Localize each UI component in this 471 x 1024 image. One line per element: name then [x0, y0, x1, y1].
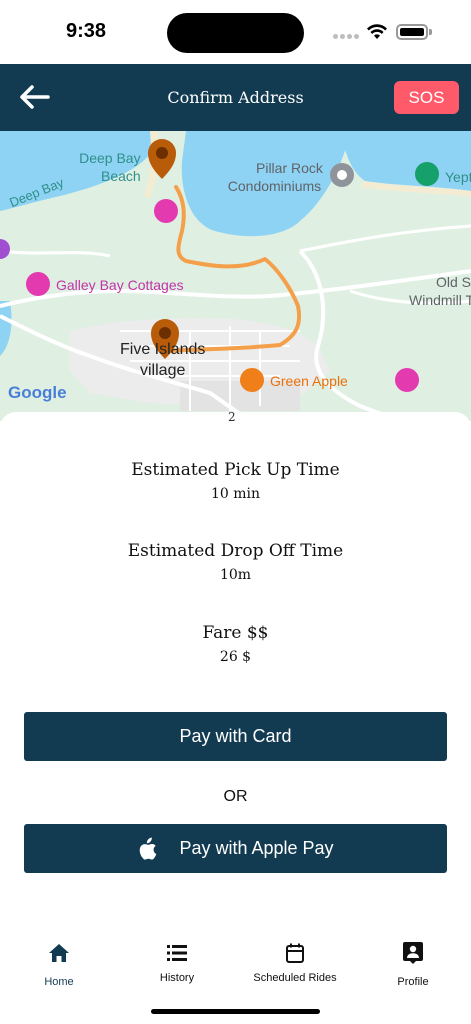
pay-with-apple-pay-button[interactable]: Pay with Apple Pay: [24, 824, 447, 873]
nav-label-history: History: [159, 972, 195, 984]
dropoff-time-block: Estimated Drop Off Time 10m: [0, 541, 471, 583]
pickup-time-title: Estimated Pick Up Time: [131, 460, 340, 480]
map-label-yepton: Yept: [445, 169, 471, 185]
nav-item-history[interactable]: History: [118, 940, 236, 984]
list-icon: [118, 940, 236, 966]
dropoff-time-value: 10m: [219, 567, 252, 583]
nav-label-profile: Profile: [397, 976, 429, 988]
nav-item-home[interactable]: Home: [0, 940, 118, 988]
pay-with-card-button[interactable]: Pay with Card: [24, 712, 447, 761]
battery-cap: [429, 29, 432, 35]
profile-icon: [354, 940, 471, 966]
nav-label-home: Home: [44, 976, 74, 988]
home-icon: [0, 940, 118, 966]
fare-title: Fare $$: [202, 623, 269, 643]
nav-item-scheduled-rides[interactable]: Scheduled Rides: [236, 940, 354, 984]
cellular-signal-icon: [333, 34, 359, 40]
apple-icon: [137, 837, 157, 861]
app-header: Confirm Address SOS: [0, 64, 471, 131]
nav-label-scheduled-rides: Scheduled Rides: [253, 972, 337, 984]
map-label-green-apple: Green Apple: [270, 373, 348, 389]
map-label-deep-bay-beach: Deep Bay Beach: [79, 150, 141, 184]
fare-value: 26 $: [219, 649, 252, 665]
battery-icon: [396, 24, 428, 40]
dropoff-time-title: Estimated Drop Off Time: [127, 541, 344, 561]
map-label-five-islands: Five Islands village: [120, 341, 206, 379]
pickup-time-value: 10 min: [210, 486, 261, 502]
status-time: 9:38: [66, 20, 107, 42]
or-divider: OR: [223, 788, 248, 805]
map-label-old-windmill: Old S Windmill T: [409, 274, 471, 308]
route-map[interactable]: Deep Bay Beach Deep Bay Pillar Rock Cond…: [0, 131, 471, 421]
pay-with-card-label: Pay with Card: [179, 726, 292, 746]
nav-item-profile[interactable]: Profile: [354, 940, 471, 988]
clipped-value: 2: [228, 410, 236, 424]
calendar-icon: [236, 940, 354, 966]
home-indicator: [151, 1009, 320, 1014]
wifi-icon: [367, 24, 387, 39]
map-label-pillar-rock: Pillar Rock Condominiums: [227, 160, 323, 194]
google-logo: Google: [8, 383, 67, 402]
status-bar: 9:38: [0, 0, 471, 64]
fare-block: Fare $$ 26 $: [0, 623, 471, 665]
pay-with-apple-pay-label: Pay with Apple Pay: [179, 838, 334, 858]
sos-button[interactable]: SOS: [394, 81, 459, 114]
pickup-time-block: Estimated Pick Up Time 10 min: [0, 460, 471, 502]
map-label-galley-bay: Galley Bay Cottages: [56, 277, 184, 293]
dynamic-island: [167, 13, 304, 53]
